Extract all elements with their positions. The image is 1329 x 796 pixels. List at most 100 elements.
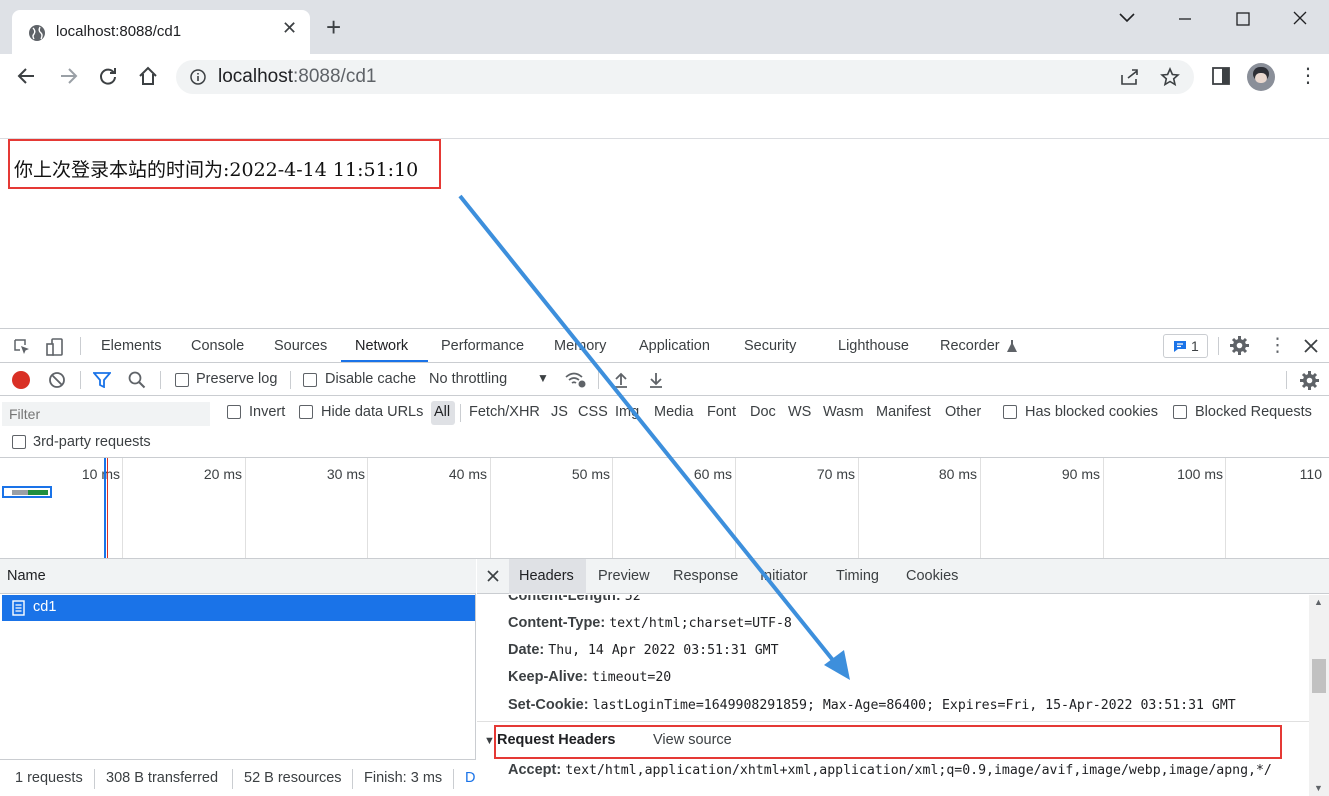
gear-icon[interactable]	[1229, 335, 1250, 356]
type-media[interactable]: Media	[654, 404, 694, 420]
devtools-menu-icon[interactable]: ⋮	[1268, 334, 1287, 357]
dom-content-loaded-marker	[104, 458, 106, 558]
tab-elements[interactable]: Elements	[101, 338, 161, 354]
type-other[interactable]: Other	[945, 404, 981, 420]
third-party-checkbox[interactable]	[12, 435, 26, 449]
preserve-log-checkbox[interactable]	[175, 373, 189, 387]
header-date: Date: Thu, 14 Apr 2022 03:51:31 GMT	[508, 642, 779, 658]
detail-tab-initiator[interactable]: Initiator	[760, 568, 808, 584]
forward-icon[interactable]	[57, 62, 79, 94]
request-row[interactable]: cd1	[2, 595, 475, 621]
tab-console[interactable]: Console	[191, 338, 244, 354]
timeline-gridline	[367, 458, 368, 558]
type-css[interactable]: CSS	[578, 404, 608, 420]
timeline-gridline	[1225, 458, 1226, 558]
url-host: localhost	[218, 66, 293, 87]
side-panel-icon[interactable]	[1211, 66, 1231, 86]
tab-sources[interactable]: Sources	[274, 338, 327, 354]
type-all-label[interactable]: All	[434, 404, 450, 420]
network-settings-icon[interactable]	[1299, 370, 1320, 391]
search-icon[interactable]	[128, 371, 146, 389]
record-icon[interactable]	[12, 371, 30, 389]
tab-security[interactable]: Security	[744, 338, 796, 354]
name-column-header[interactable]: Name	[0, 559, 476, 594]
chevron-down-icon[interactable]	[1118, 8, 1136, 29]
type-wasm[interactable]: Wasm	[823, 404, 864, 420]
import-har-icon[interactable]	[613, 371, 629, 389]
timeline-overview[interactable]: 10 ms 20 ms 30 ms 40 ms 50 ms 60 ms 70 m…	[0, 458, 1329, 559]
tick-label: 90 ms	[1061, 466, 1100, 482]
scroll-down-icon[interactable]: ▼	[1314, 783, 1323, 793]
home-icon[interactable]	[137, 62, 159, 94]
detail-tab-timing[interactable]: Timing	[836, 568, 879, 584]
detail-scrollbar[interactable]: ▲ ▼	[1309, 595, 1329, 796]
browser-tab[interactable]: localhost:8088/cd1 ✕	[12, 10, 310, 54]
header-set-cookie: Set-Cookie: lastLoginTime=1649908291859;…	[508, 697, 1236, 713]
avatar[interactable]	[1247, 63, 1275, 91]
disable-cache-checkbox[interactable]	[303, 373, 317, 387]
type-img[interactable]: Img	[615, 404, 639, 420]
back-icon[interactable]	[16, 62, 38, 94]
tab-lighthouse[interactable]: Lighthouse	[838, 338, 909, 354]
throttling-dropdown-icon[interactable]: ▼	[537, 371, 549, 385]
export-har-icon[interactable]	[648, 371, 664, 389]
address-bar[interactable]: localhost:8088/cd1	[176, 60, 1194, 94]
filter-icon[interactable]	[93, 372, 111, 388]
inspect-element-icon[interactable]	[13, 338, 31, 356]
device-toolbar-icon[interactable]	[45, 337, 65, 357]
status-finish: Finish: 3 ms	[364, 770, 443, 786]
collapse-triangle-icon[interactable]: ▼	[484, 735, 495, 747]
network-toolbar: Preserve log Disable cache No throttling…	[0, 363, 1329, 396]
tab-application[interactable]: Application	[639, 338, 710, 354]
has-blocked-cookies-checkbox[interactable]	[1003, 405, 1017, 419]
type-doc[interactable]: Doc	[750, 404, 776, 420]
tick-label: 10 ms	[81, 466, 120, 482]
browser-toolbar: localhost:8088/cd1 ⋮	[0, 54, 1329, 100]
network-conditions-icon[interactable]	[565, 371, 587, 389]
reload-icon[interactable]	[97, 62, 119, 94]
throttling-select[interactable]: No throttling	[429, 371, 507, 387]
issues-badge[interactable]: 1	[1163, 334, 1208, 358]
window-close-icon[interactable]	[1292, 10, 1308, 31]
request-headers-title[interactable]: Request Headers	[497, 732, 615, 748]
share-icon[interactable]	[1120, 68, 1140, 86]
minimize-icon[interactable]	[1178, 10, 1192, 31]
new-tab-icon[interactable]: +	[326, 14, 341, 40]
invert-checkbox[interactable]	[227, 405, 241, 419]
tick-label: 20 ms	[203, 466, 242, 482]
type-manifest[interactable]: Manifest	[876, 404, 931, 420]
scrollbar-thumb[interactable]	[1312, 659, 1326, 693]
tab-performance[interactable]: Performance	[441, 338, 524, 354]
browser-menu-icon[interactable]: ⋮	[1298, 66, 1318, 86]
third-party-label: 3rd-party requests	[33, 434, 151, 450]
filter-input[interactable]	[2, 402, 210, 426]
timeline-gridline	[858, 458, 859, 558]
blocked-requests-checkbox[interactable]	[1173, 405, 1187, 419]
scroll-up-icon[interactable]: ▲	[1314, 597, 1323, 607]
clear-icon[interactable]	[48, 371, 66, 389]
info-icon[interactable]	[190, 69, 206, 85]
headers-content: Content-Length: 52 Content-Type: text/ht…	[477, 595, 1309, 796]
detail-tab-response[interactable]: Response	[673, 568, 738, 584]
close-detail-icon[interactable]	[487, 570, 499, 582]
detail-tab-preview[interactable]: Preview	[598, 568, 650, 584]
hide-data-urls-checkbox[interactable]	[299, 405, 313, 419]
tab-recorder[interactable]: Recorder	[940, 338, 1000, 354]
tab-network[interactable]: Network	[355, 338, 408, 354]
type-font[interactable]: Font	[707, 404, 736, 420]
header-keep-alive: Keep-Alive: timeout=20	[508, 669, 671, 685]
type-fetch-xhr[interactable]: Fetch/XHR	[469, 404, 540, 420]
detail-tab-cookies[interactable]: Cookies	[906, 568, 958, 584]
maximize-icon[interactable]	[1236, 10, 1250, 31]
devtools-tab-bar: Elements Console Sources Network Perform…	[0, 329, 1329, 363]
tab-close-icon[interactable]: ✕	[282, 18, 297, 39]
type-js[interactable]: JS	[551, 404, 568, 420]
star-icon[interactable]	[1160, 67, 1180, 87]
header-accept: Accept: text/html,application/xhtml+xml,…	[508, 762, 1272, 778]
tab-memory[interactable]: Memory	[554, 338, 606, 354]
devtools-close-icon[interactable]	[1304, 339, 1318, 353]
request-name: cd1	[33, 599, 57, 615]
detail-tab-headers[interactable]: Headers	[519, 568, 574, 584]
view-source-link[interactable]: View source	[653, 732, 732, 748]
type-ws[interactable]: WS	[788, 404, 811, 420]
